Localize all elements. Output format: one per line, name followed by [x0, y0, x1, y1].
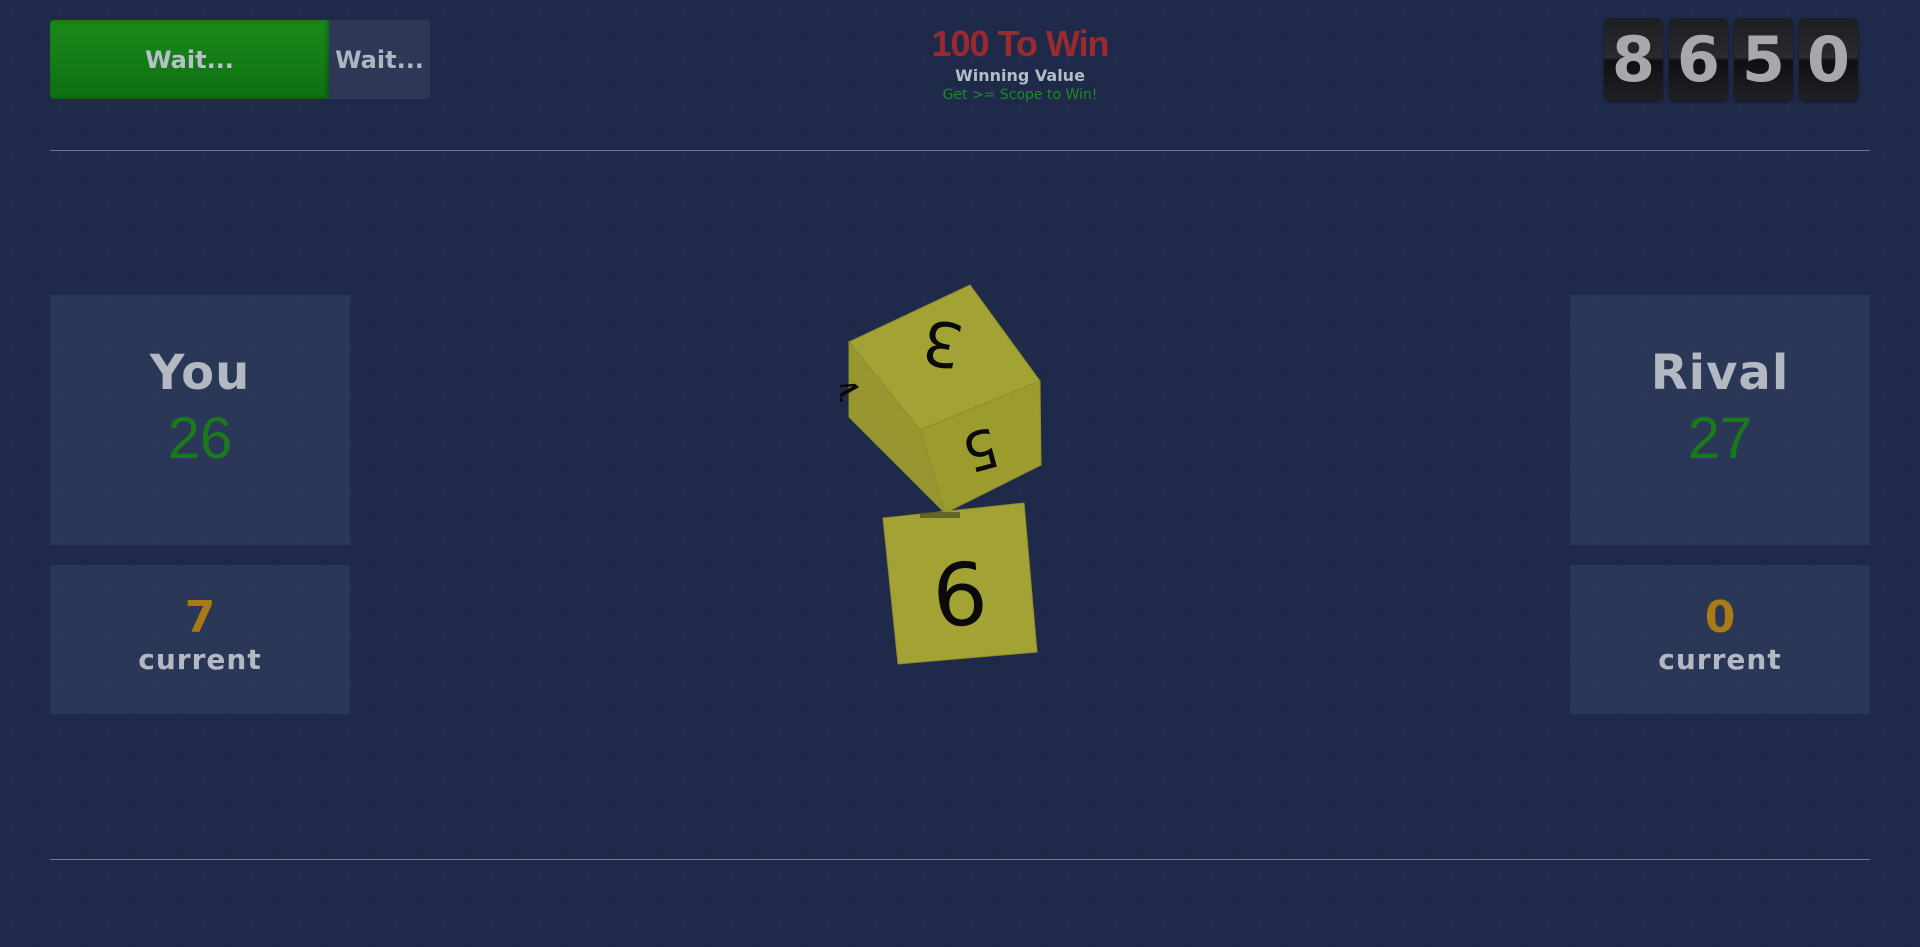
player-rival-panel: Rival 27: [1570, 295, 1870, 545]
die-2-front-number: 6: [929, 544, 991, 648]
player-rival-current-label: current: [1658, 643, 1782, 676]
player-you-current-panel: 7 current: [50, 565, 350, 714]
player-you-score: 26: [167, 406, 233, 471]
counter-digit: 5: [1734, 18, 1793, 100]
player-you-name: You: [149, 345, 251, 401]
dice-area: 3 5 4 6: [806, 280, 1060, 670]
die-2[interactable]: 6: [882, 502, 1038, 665]
player-rival-current-panel: 0 current: [1570, 565, 1870, 714]
player-rival-current-value: 0: [1704, 592, 1736, 643]
top-divider: [50, 150, 1870, 151]
die-1[interactable]: 3 5 4: [806, 284, 1042, 514]
counter-digit: 8: [1604, 18, 1663, 100]
counter-digit: 6: [1669, 18, 1728, 100]
hold-button[interactable]: Wait...: [329, 20, 430, 99]
roll-button[interactable]: Wait...: [50, 20, 329, 99]
counter-digit: 0: [1799, 18, 1858, 100]
player-rival-score: 27: [1687, 406, 1753, 471]
flip-counter: 8 6 5 0: [1604, 18, 1858, 100]
goal-info: 100 To Win Winning Value Get >= Scope to…: [820, 22, 1220, 104]
player-you-panel: You 26: [50, 295, 350, 545]
turn-button-group: Wait... Wait...: [50, 20, 430, 99]
bottom-divider: [50, 859, 1870, 860]
player-you-current-label: current: [138, 643, 262, 676]
dice-svg: 3 5 4 6: [806, 284, 1042, 665]
goal-hint: Get >= Scope to Win!: [942, 87, 1098, 103]
die-2-edge-mark: [920, 512, 960, 518]
goal-label: Winning Value: [955, 66, 1085, 85]
player-you-current-value: 7: [184, 592, 216, 643]
player-rival-name: Rival: [1650, 345, 1790, 401]
goal-title: 100 To Win: [931, 23, 1109, 64]
